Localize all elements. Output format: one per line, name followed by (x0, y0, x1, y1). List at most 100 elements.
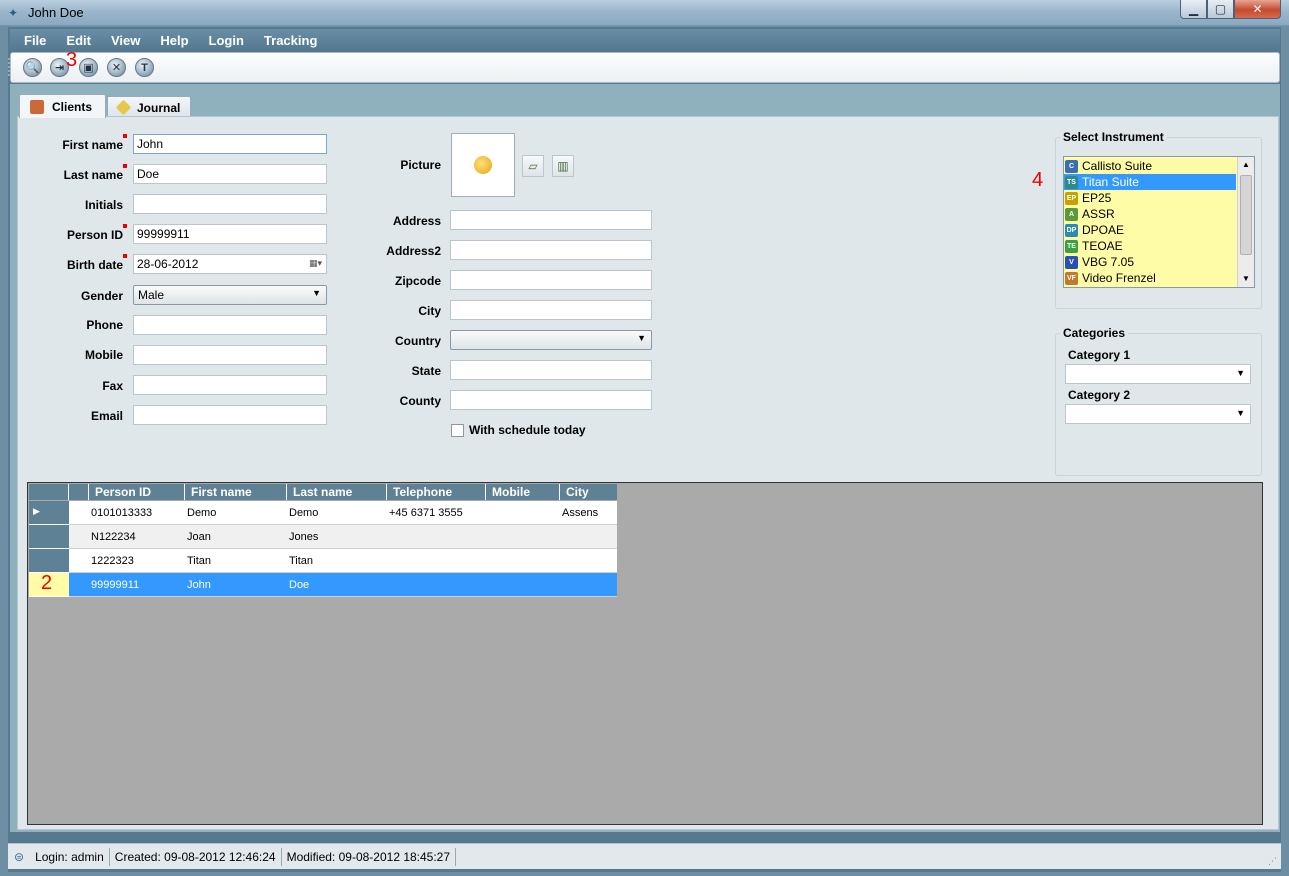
required-marker (123, 254, 127, 258)
toolbar (10, 52, 1280, 83)
instrument-item[interactable]: DP DPOAE (1064, 222, 1236, 238)
scroll-down-icon[interactable]: ▼ (1238, 271, 1254, 287)
smiley-icon (474, 156, 492, 174)
picture-box[interactable] (451, 133, 515, 197)
table-cell: Jones (289, 531, 319, 543)
zipcode-label: Zipcode (394, 274, 441, 288)
save-button[interactable]: ▣ (79, 58, 98, 77)
phone-input[interactable] (133, 315, 327, 335)
gender-select[interactable]: Male ▼ (133, 285, 327, 305)
table-row[interactable]: N122234 Joan Jones (29, 525, 617, 549)
instrument-item[interactable]: V VBG 7.05 (1064, 254, 1236, 270)
toolbar-grip[interactable] (8, 58, 11, 76)
trash-icon[interactable]: ▥ (552, 155, 574, 177)
instrument-item[interactable]: C Callisto Suite (1064, 158, 1236, 174)
instrument-scrollbar[interactable]: ▲ ▼ (1237, 157, 1254, 287)
text-button[interactable]: T (135, 58, 154, 77)
column-header-mobile[interactable]: Mobile (486, 484, 560, 500)
city-input[interactable] (450, 300, 652, 320)
state-input[interactable] (450, 360, 652, 380)
instrument-label: Video Frenzel (1082, 271, 1156, 285)
title-bar (0, 0, 1289, 26)
last-name-input[interactable]: Doe (133, 164, 327, 184)
journal-icon (115, 99, 132, 116)
table-cell: Demo (289, 507, 319, 519)
county-input[interactable] (450, 390, 652, 410)
menu-view[interactable]: View (101, 33, 150, 48)
initials-input[interactable] (133, 194, 327, 214)
fax-input[interactable] (133, 375, 327, 395)
open-folder-icon[interactable]: ▱ (522, 155, 544, 177)
menu-help[interactable]: Help (150, 33, 198, 48)
table-cell: John (187, 579, 211, 591)
annotation-3: 3 (66, 49, 78, 71)
row-header[interactable] (29, 549, 69, 573)
delete-button[interactable]: ✕ (107, 58, 126, 77)
minimize-button[interactable]: ▁ (1180, 0, 1207, 19)
birth-date-picker[interactable]: 28-06-2012 ▦▾ (133, 254, 327, 274)
zipcode-input[interactable] (450, 270, 652, 290)
column-header-first-name[interactable]: First name (185, 484, 287, 500)
country-label: Country (395, 334, 441, 348)
tab-clients[interactable]: Clients (19, 94, 106, 118)
tab-journal[interactable]: Journal (107, 96, 191, 118)
maximize-button[interactable]: ▢ (1207, 0, 1234, 19)
address2-input[interactable] (450, 240, 652, 260)
categories-group-title: Categories (1060, 326, 1129, 340)
table-cell: N122234 (91, 531, 136, 543)
email-input[interactable] (133, 405, 327, 425)
table-cell: 99999911 (91, 579, 140, 591)
instrument-item[interactable]: EP EP25 (1064, 190, 1236, 206)
status-created: Created: 09-08-2012 12:46:24 (110, 847, 282, 866)
instrument-item[interactable]: TE TEOAE (1064, 238, 1236, 254)
chevron-down-icon: ▼ (1236, 408, 1245, 418)
grid-indicator-header (69, 484, 89, 500)
table-row[interactable]: 1222323 Titan Titan (29, 549, 617, 573)
instrument-group-title: Select Instrument (1060, 130, 1167, 144)
category1-select[interactable]: ▼ (1065, 364, 1251, 384)
chevron-down-icon: ▼ (637, 333, 646, 343)
schedule-checkbox[interactable] (451, 424, 464, 437)
instrument-item[interactable]: VF Video Frenzel (1064, 270, 1236, 286)
county-label: County (399, 394, 441, 408)
first-name-input[interactable]: John (133, 134, 327, 154)
close-button[interactable]: ✕ (1234, 0, 1281, 19)
row-header[interactable] (29, 525, 69, 549)
instrument-label: TEOAE (1082, 239, 1123, 253)
search-button[interactable]: 🔍 (23, 58, 42, 77)
resize-grip-icon[interactable]: ⋰ (1268, 856, 1277, 867)
ep25-icon: EP (1065, 191, 1078, 205)
window-title: John Doe (28, 5, 84, 20)
clients-icon (30, 99, 44, 114)
scroll-thumb[interactable] (1240, 175, 1252, 255)
annotation-4: 4 (1032, 169, 1044, 191)
country-select[interactable]: ▼ (450, 330, 652, 350)
instrument-item[interactable]: A ASSR (1064, 206, 1236, 222)
row-header[interactable]: ▶ (29, 501, 69, 525)
scroll-up-icon[interactable]: ▲ (1238, 157, 1254, 173)
column-header-city[interactable]: City (560, 484, 617, 500)
column-header-last-name[interactable]: Last name (287, 484, 387, 500)
menu-file[interactable]: File (14, 33, 56, 48)
instrument-label: Titan Suite (1082, 175, 1139, 189)
table-row[interactable]: 99999911 John Doe (29, 573, 617, 597)
tab-journal-label: Journal (137, 100, 181, 115)
address-input[interactable] (450, 210, 652, 230)
calendar-icon[interactable]: ▦▾ (309, 256, 322, 270)
menu-tracking[interactable]: Tracking (254, 33, 327, 48)
table-row[interactable]: ▶ 0101013333 Demo Demo +45 6371 3555 Assens (29, 501, 617, 525)
first-name-label: First name (62, 138, 123, 152)
phone-label: Phone (86, 318, 123, 332)
picture-label: Picture (400, 158, 441, 172)
table-cell: +45 6371 3555 (389, 507, 463, 519)
column-header-person-id[interactable]: Person ID (89, 484, 185, 500)
mobile-input[interactable] (133, 345, 327, 365)
initials-label: Initials (84, 198, 123, 212)
menu-edit[interactable]: Edit (56, 33, 101, 48)
person-id-input[interactable]: 99999911 (133, 224, 327, 244)
menu-login[interactable]: Login (199, 33, 254, 48)
instrument-item[interactable]: TS Titan Suite (1064, 174, 1236, 190)
category2-select[interactable]: ▼ (1065, 404, 1251, 424)
column-header-telephone[interactable]: Telephone (387, 484, 486, 500)
birth-date-value: 28-06-2012 (137, 257, 199, 271)
